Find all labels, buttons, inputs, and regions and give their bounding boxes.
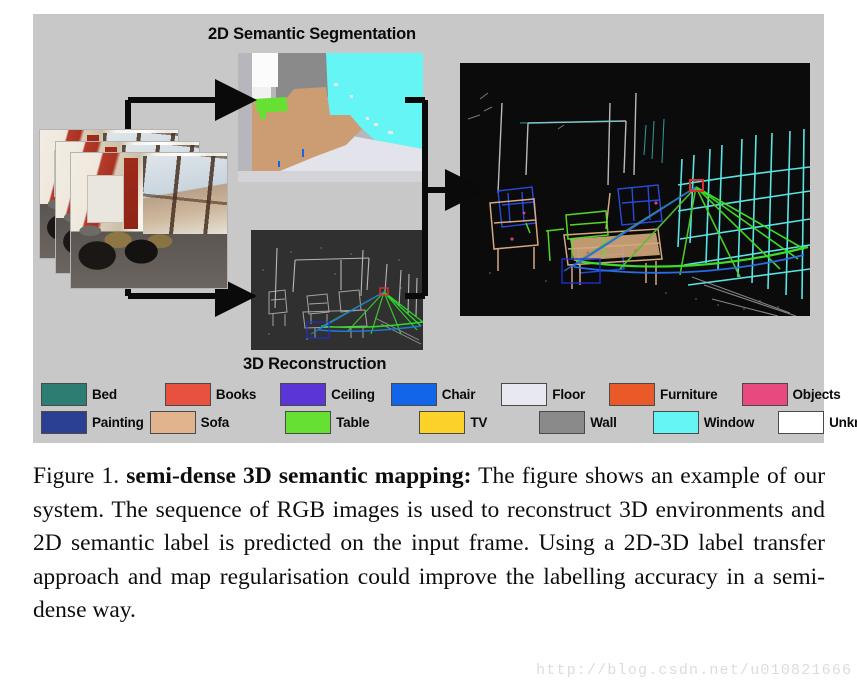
legend-item-floor: Floor [501, 381, 585, 407]
legend-item-ceiling: Ceiling [280, 381, 375, 407]
2d-semantic-segmentation-image [238, 53, 423, 182]
legend-label-floor: Floor [552, 386, 586, 402]
legend-row: Painting Sofa Table TV Wall Window Unk [41, 409, 857, 435]
segmentation-panel-title: 2D Semantic Segmentation [208, 25, 416, 43]
legend-label-painting: Painting [92, 414, 144, 430]
rgb-input-frame-3 [70, 152, 228, 289]
legend-item-sofa: Sofa [149, 409, 230, 435]
segmentation-regions [238, 53, 423, 182]
legend-label-sofa: Sofa [200, 414, 230, 430]
legend-item-books: Books [164, 381, 257, 407]
legend-swatch-tv [419, 410, 466, 434]
legend-label-unknown: Unknown [829, 414, 857, 430]
legend-swatch-unknown [778, 410, 825, 434]
legend-swatch-chair [390, 382, 437, 406]
legend-item-window: Window [652, 409, 755, 435]
legend-label-window: Window [703, 414, 755, 430]
figure-caption: Figure 1. semi-dense 3D semantic mapping… [33, 460, 825, 628]
figure-panel: 2D Semantic Segmentation 3D Reconstructi… [33, 14, 857, 443]
semantic-class-legend: Bed Books Ceiling Chair Floor Furniture [41, 381, 857, 437]
watermark-url: http://blog.csdn.net/u010821666 [536, 662, 853, 679]
legend-swatch-bed [41, 382, 87, 406]
legend-swatch-ceiling [280, 382, 327, 406]
legend-swatch-wall [539, 410, 586, 434]
legend-swatch-books [164, 382, 211, 406]
legend-item-painting: Painting [41, 409, 144, 435]
legend-label-furniture: Furniture [660, 386, 718, 402]
legend-item-wall: Wall [539, 409, 617, 435]
reconstruction-point-cloud [251, 230, 423, 350]
legend-swatch-painting [41, 410, 87, 434]
legend-label-chair: Chair [441, 386, 476, 402]
legend-item-furniture: Furniture [609, 381, 718, 407]
legend-swatch-table [285, 410, 332, 434]
3d-semantic-map-image [460, 63, 810, 316]
legend-swatch-objects [741, 382, 788, 406]
legend-swatch-furniture [609, 382, 656, 406]
legend-item-chair: Chair [390, 381, 476, 407]
legend-label-objects: Objects [792, 386, 841, 402]
caption-prefix: Figure 1. [33, 463, 120, 489]
legend-swatch-sofa [149, 410, 196, 434]
legend-item-tv: TV [419, 409, 487, 435]
legend-swatch-window [652, 410, 699, 434]
legend-row: Bed Books Ceiling Chair Floor Furniture [41, 381, 841, 407]
legend-label-books: Books [215, 386, 257, 402]
legend-item-objects: Objects [741, 381, 841, 407]
legend-item-unknown: Unknown [778, 409, 857, 435]
legend-label-ceiling: Ceiling [331, 386, 375, 402]
legend-label-bed: Bed [92, 386, 117, 402]
caption-bold-title: semi-dense 3D semantic mapping: [126, 463, 472, 489]
legend-item-table: Table [285, 409, 370, 435]
legend-label-table: Table [336, 414, 370, 430]
legend-swatch-floor [501, 382, 548, 406]
legend-item-bed: Bed [41, 381, 117, 407]
rgb-input-image-stack [39, 119, 244, 294]
semantic-point-cloud [460, 63, 810, 316]
legend-label-wall: Wall [590, 414, 617, 430]
legend-label-tv: TV [470, 414, 488, 430]
reconstruction-panel-title: 3D Reconstruction [243, 355, 387, 373]
3d-reconstruction-image [251, 230, 423, 350]
